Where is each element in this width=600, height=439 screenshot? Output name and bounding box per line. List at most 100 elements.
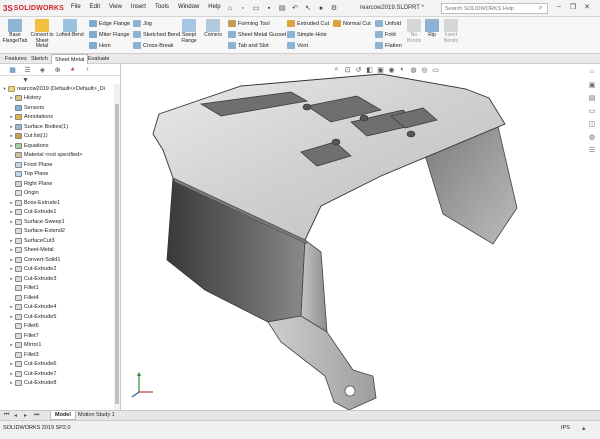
menu-insert[interactable]: Insert	[131, 4, 146, 10]
tree-item[interactable]: ▸ Surface-Sweep1	[0, 217, 115, 227]
tree-item[interactable]: Origin	[0, 189, 115, 199]
expand-arrow-icon[interactable]: ▸	[8, 257, 15, 263]
first-tab-icon[interactable]: ⏮	[4, 412, 9, 419]
sketched-bend-button[interactable]: Sketched Bend	[133, 31, 180, 38]
flatten-button[interactable]: Flatten	[375, 42, 402, 49]
tree-scroll-thumb[interactable]	[115, 104, 119, 404]
tree-item[interactable]: ▸ Equations	[0, 141, 115, 151]
design-library-icon[interactable]: ▤	[586, 94, 598, 107]
tree-item[interactable]: Fillet6	[0, 322, 115, 332]
jog-button[interactable]: Jog	[133, 20, 152, 27]
expand-arrow-icon[interactable]: ▸	[8, 276, 15, 282]
prev-tab-icon[interactable]: ◂	[14, 412, 17, 419]
undo-icon[interactable]: ↶	[290, 3, 300, 13]
tree-item[interactable]: ▸ Cut-Extrude4	[0, 303, 115, 313]
close-icon[interactable]: ✕	[580, 3, 594, 11]
expand-arrow-icon[interactable]: ▸	[8, 124, 15, 130]
tree-item[interactable]: ▸ Cut-Extrude7	[0, 369, 115, 379]
expand-arrow-icon[interactable]: ▸	[8, 380, 15, 386]
tree-item[interactable]: ▸ Cut-Extrude8	[0, 379, 115, 389]
forming-tool-button[interactable]: Forming Tool	[228, 20, 270, 27]
simple-hole-button[interactable]: Simple Hole	[287, 31, 327, 38]
tab-model[interactable]: Model	[50, 411, 76, 420]
expand-arrow-icon[interactable]: ▸	[8, 209, 15, 215]
filter-icon[interactable]: ▼	[22, 77, 29, 84]
tree-item[interactable]: Front Plane	[0, 160, 115, 170]
tree-item[interactable]: ▸ Sheet-Metal	[0, 246, 115, 256]
tab-and-slot-button[interactable]: Tab and Slot	[228, 42, 269, 49]
tree-item[interactable]: ▸ Cut-Extrude3	[0, 274, 115, 284]
tab-motion-study[interactable]: Motion Study 1	[74, 411, 119, 420]
print-icon[interactable]: ▤	[277, 3, 287, 13]
expand-arrow-icon[interactable]: ▸	[8, 219, 15, 225]
expand-arrow-icon[interactable]: ▸	[8, 371, 15, 377]
tree-item[interactable]: ▸ Cut-Extrude2	[0, 265, 115, 275]
expand-arrow-icon[interactable]: ▸	[8, 143, 15, 149]
menu-window[interactable]: Window	[178, 4, 199, 10]
tree-item[interactable]: ▸ History	[0, 94, 115, 104]
appearances-icon[interactable]: ◍	[586, 133, 598, 146]
cross-break-button[interactable]: Cross-Break	[133, 42, 174, 49]
tree-item[interactable]: Surface-Extend2	[0, 227, 115, 237]
menu-edit[interactable]: Edit	[90, 4, 100, 10]
tree-item[interactable]: Fillet1	[0, 284, 115, 294]
hem-button[interactable]: Hem	[89, 42, 111, 49]
rebuild-icon[interactable]: ●	[316, 3, 326, 13]
expand-arrow-icon[interactable]: ▸	[8, 361, 15, 367]
tree-item[interactable]: Sensors	[0, 103, 115, 113]
tree-item[interactable]: ▸ Surface Bodies(1)	[0, 122, 115, 132]
expand-arrow-icon[interactable]: ▸	[8, 200, 15, 206]
vent-button[interactable]: Vent	[287, 42, 308, 49]
dimxpert-tab-icon[interactable]: ⊕	[50, 64, 65, 75]
tab-sketch[interactable]: Sketch	[28, 54, 51, 64]
edge-flange-button[interactable]: Edge Flange	[89, 20, 130, 27]
tree-item[interactable]: ▸ Convert-Solid1	[0, 255, 115, 265]
menu-file[interactable]: File	[71, 4, 81, 10]
home-icon[interactable]: ⌂	[225, 3, 235, 13]
expand-arrow-icon[interactable]: ▸	[8, 247, 15, 253]
swept-flange-button[interactable]: Swept Flange	[178, 19, 200, 44]
help-search-input[interactable]: Search SOLIDWORKS Help ⌕	[441, 3, 548, 14]
base-flange-button[interactable]: Base Flange/Tab	[2, 19, 28, 44]
tab-evaluate[interactable]: Evaluate	[85, 54, 112, 64]
collapse-arrow-icon[interactable]: ▾	[1, 86, 8, 92]
tree-item[interactable]: Top Plane	[0, 170, 115, 180]
tree-item[interactable]: ▸ Cut list(1)	[0, 132, 115, 142]
tree-item[interactable]: ▸ Cut-Extrude1	[0, 208, 115, 218]
expand-arrow-icon[interactable]: ▸	[8, 238, 15, 244]
no-bends-button[interactable]: No Bends	[404, 19, 424, 44]
options-icon[interactable]: ⚙	[329, 3, 339, 13]
corners-button[interactable]: Corners	[202, 19, 224, 39]
save-icon[interactable]: ▪	[264, 3, 274, 13]
minimize-icon[interactable]: –	[552, 3, 566, 11]
custom-properties-icon[interactable]: ☰	[586, 146, 598, 159]
tree-item[interactable]: Right Plane	[0, 179, 115, 189]
lofted-bend-button[interactable]: Lofted-Bend	[55, 19, 85, 39]
tree-root[interactable]: ▾ rearcow2019 (Default<<Default>_Di	[0, 84, 115, 94]
sheet-metal-gusset-button[interactable]: Sheet Metal Gusset	[228, 31, 286, 38]
menu-tools[interactable]: Tools	[155, 4, 169, 10]
tree-item[interactable]: Fillet4	[0, 293, 115, 303]
open-icon[interactable]: ▭	[251, 3, 261, 13]
search-icon[interactable]: ⌕	[539, 5, 542, 12]
tree-item[interactable]: ▸ SurfaceCut3	[0, 236, 115, 246]
rip-button[interactable]: Rip	[425, 19, 439, 39]
tree-item[interactable]: Fillet3	[0, 350, 115, 360]
graphics-area[interactable]: ⌕ ⊡ ↺ ◧ ▣ ◉ ◐ ◍ ◎ ▭ ⌂ ▣ ▤ ▭ ◫ ◍ ☰	[121, 64, 600, 410]
next-tab-icon[interactable]: ▸	[24, 412, 27, 419]
units-selector[interactable]: IPS	[561, 425, 570, 431]
normal-cut-button[interactable]: Normal Cut	[333, 20, 371, 27]
view-palette-icon[interactable]: ◫	[586, 120, 598, 133]
insert-bends-button[interactable]: Insert Bends	[440, 19, 462, 44]
tree-item[interactable]: Material <not specified>	[0, 151, 115, 161]
expand-arrow-icon[interactable]: ▸	[8, 114, 15, 120]
customize-icon[interactable]: ▴	[582, 424, 586, 432]
expand-arrow-icon[interactable]: ▸	[8, 314, 15, 320]
expand-arrow-icon[interactable]: ▸	[8, 95, 15, 101]
feature-manager-tab-icon[interactable]: ▦	[5, 64, 20, 75]
select-icon[interactable]: ↖	[303, 3, 313, 13]
tree-item[interactable]: ▸ Mirror1	[0, 341, 115, 351]
convert-to-sheet-metal-button[interactable]: Convert to Sheet Metal	[30, 19, 54, 50]
configuration-manager-tab-icon[interactable]: ◈	[35, 64, 50, 75]
tree-item[interactable]: ▸ Boss-Extrude1	[0, 198, 115, 208]
